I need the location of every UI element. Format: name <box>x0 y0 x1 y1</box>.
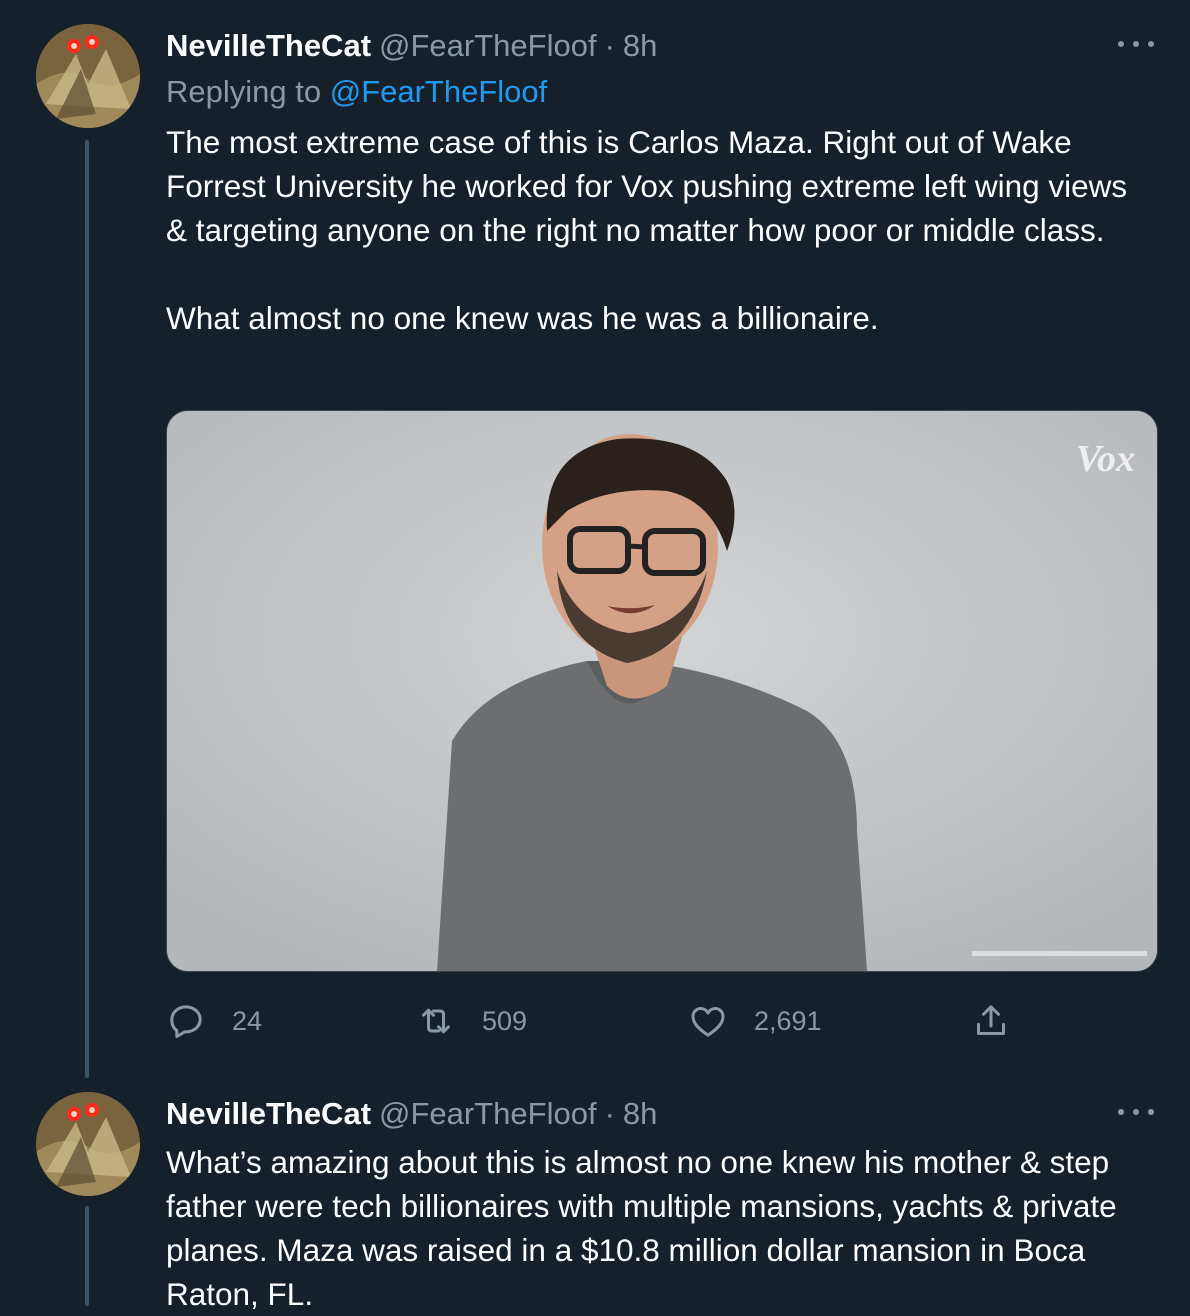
vox-watermark: Vox <box>1075 438 1135 480</box>
tweet-header: NevilleTheCat @FearTheFloof · 8h <box>166 1094 657 1134</box>
share-icon <box>977 1005 1005 1035</box>
tweet-media[interactable]: Vox <box>166 410 1158 972</box>
avatar-image <box>36 1092 140 1196</box>
username[interactable]: @FearTheFloof <box>379 1096 597 1132</box>
thread-line <box>85 1206 89 1306</box>
avatar[interactable] <box>36 1092 140 1196</box>
tweet-actions: 24 509 2,691 <box>166 996 1156 1046</box>
replying-to-link[interactable]: @FearTheFloof <box>330 74 548 109</box>
media-image <box>167 411 1157 971</box>
like-count: 2,691 <box>754 1005 822 1036</box>
tweet[interactable]: NevilleTheCat @FearTheFloof · 8h What’s … <box>0 1078 1190 1312</box>
username[interactable]: @FearTheFloof <box>379 28 597 64</box>
tweet-text: The most extreme case of this is Carlos … <box>166 124 1128 336</box>
avatar-image <box>36 24 140 128</box>
avatar[interactable] <box>36 24 140 128</box>
reply-button[interactable]: 24 <box>166 996 262 1046</box>
more-icon[interactable] <box>1118 1100 1154 1124</box>
display-name[interactable]: NevilleTheCat <box>166 1096 371 1132</box>
tweet-text: What’s amazing about this is almost no o… <box>166 1144 1126 1312</box>
separator: · <box>604 1096 615 1131</box>
tweet-header: NevilleTheCat @FearTheFloof · 8h <box>166 26 657 66</box>
retweet-icon <box>422 1008 450 1034</box>
timestamp[interactable]: 8h <box>623 28 657 64</box>
heart-icon <box>691 1007 725 1037</box>
replying-to: Replying to @FearTheFloof <box>166 74 547 110</box>
retweet-button[interactable]: 509 <box>416 996 527 1046</box>
tweet[interactable]: NevilleTheCat @FearTheFloof · 8h Replyin… <box>0 0 1190 1078</box>
separator: · <box>604 28 615 63</box>
retweet-count: 509 <box>482 1005 528 1036</box>
share-button[interactable] <box>971 996 1011 1046</box>
more-icon[interactable] <box>1118 32 1154 56</box>
replying-to-label: Replying to <box>166 74 322 109</box>
reply-icon <box>170 1005 202 1038</box>
timestamp[interactable]: 8h <box>623 1096 657 1132</box>
like-button[interactable]: 2,691 <box>688 996 822 1046</box>
display-name[interactable]: NevilleTheCat <box>166 28 371 64</box>
thread-line <box>85 140 89 1078</box>
reply-count: 24 <box>232 1005 263 1036</box>
